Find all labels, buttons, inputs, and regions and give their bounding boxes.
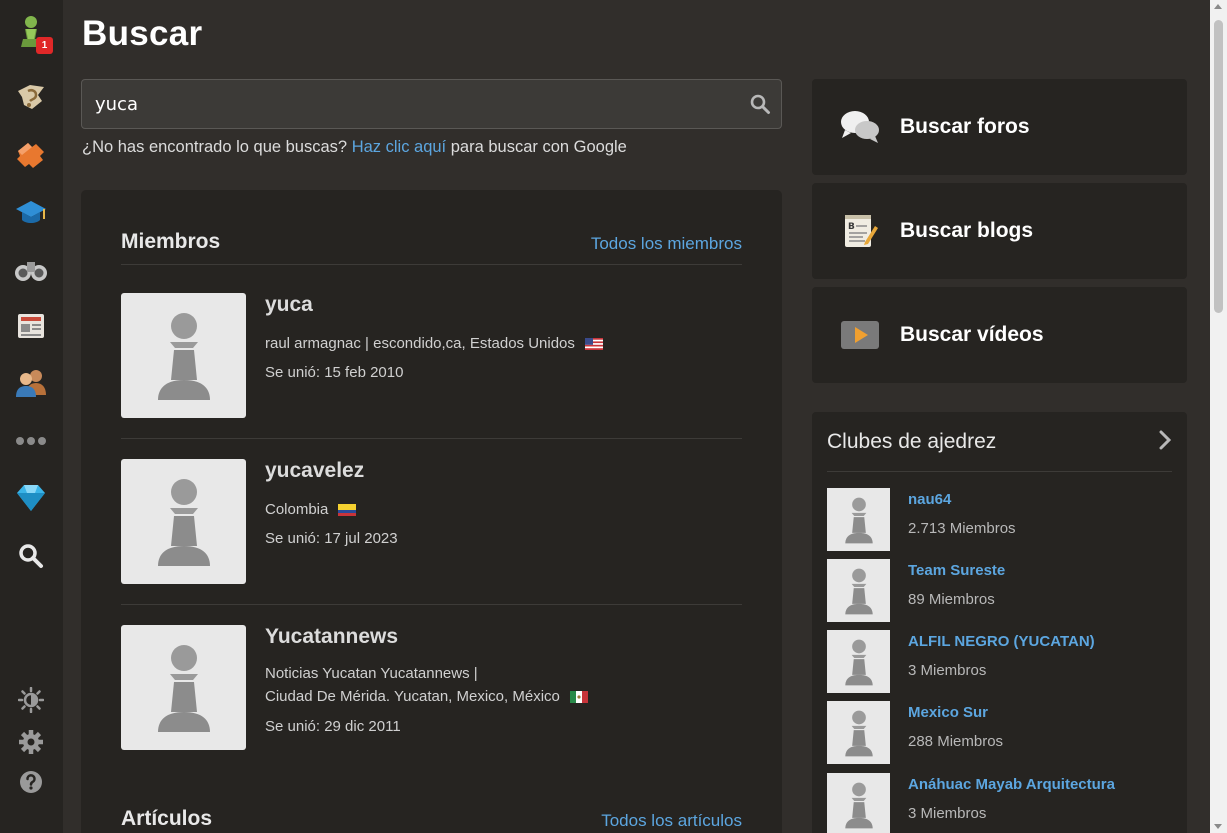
search-blogs-label: Buscar blogs — [900, 219, 1034, 242]
member-row[interactable]: yuca raul armagnac | escondido,ca, Estad… — [121, 293, 742, 418]
hint-text: ¿No has encontrado lo que buscas? — [82, 138, 348, 156]
mexico-flag-icon — [569, 690, 588, 704]
main-content: Buscar ¿No has encontrado lo que buscas?… — [63, 0, 1210, 833]
news-icon[interactable] — [13, 308, 49, 344]
club-item[interactable]: nau64 2.713 Miembros — [827, 488, 1172, 551]
club-member-count: 288 Miembros — [908, 733, 1004, 750]
club-name-link[interactable]: ALFIL NEGRO (YUCATAN) — [908, 633, 1095, 650]
search-videos-label: Buscar vídeos — [900, 323, 1044, 346]
club-item[interactable]: Anáhuac Mayab Arquitectura 3 Miembros — [827, 773, 1172, 833]
club-item[interactable]: Team Sureste 89 Miembros — [827, 559, 1172, 622]
learn-cap-icon[interactable] — [13, 194, 49, 230]
member-row[interactable]: Yucatannews Noticias Yucatan Yucatannews… — [121, 625, 742, 750]
colombia-flag-icon — [338, 503, 357, 517]
members-title: Miembros — [121, 230, 221, 253]
google-search-hint: ¿No has encontrado lo que buscas? Haz cl… — [82, 138, 627, 157]
all-articles-link[interactable]: Todos los artículos — [601, 811, 742, 831]
svg-text:B: B — [848, 222, 855, 232]
member-username[interactable]: Yucatannews — [265, 625, 398, 649]
member-location: Colombia — [265, 501, 357, 518]
clubs-title: Clubes de ajedrez — [827, 430, 997, 453]
members-divider — [121, 264, 742, 265]
club-member-count: 3 Miembros — [908, 805, 987, 822]
play-pawn-icon[interactable]: 1 — [13, 14, 53, 54]
member-avatar[interactable] — [121, 625, 246, 750]
settings-gear-icon[interactable] — [13, 724, 49, 760]
search-forums-card[interactable]: Buscar foros — [812, 79, 1187, 175]
member-divider — [121, 438, 742, 439]
club-name-link[interactable]: Mexico Sur — [908, 704, 988, 721]
club-avatar[interactable] — [827, 488, 890, 551]
search-blogs-card[interactable]: B Buscar blogs — [812, 183, 1187, 279]
chess-clubs-panel: Clubes de ajedrez nau64 2.713 Miembros T… — [812, 412, 1187, 833]
member-location-text: raul armagnac | escondido,ca, Estados Un… — [265, 335, 575, 352]
puzzles-icon[interactable] — [13, 78, 49, 114]
member-avatar[interactable] — [121, 293, 246, 418]
member-location: raul armagnac | escondido,ca, Estados Un… — [265, 335, 603, 352]
sidebar: 1 — [0, 0, 63, 833]
member-joined: Se unió: 17 jul 2023 — [265, 530, 398, 547]
google-search-link[interactable]: Haz clic aquí — [352, 138, 446, 156]
member-location-text: Colombia — [265, 501, 329, 518]
member-location-text: Ciudad De Mérida. Yucatan, Mexico, Méxic… — [265, 688, 560, 705]
club-item[interactable]: ALFIL NEGRO (YUCATAN) 3 Miembros — [827, 630, 1172, 693]
club-member-count: 3 Miembros — [908, 662, 987, 679]
member-divider — [121, 604, 742, 605]
club-member-count: 89 Miembros — [908, 591, 995, 608]
articles-title: Artículos — [121, 807, 213, 830]
puzzle-piece-icon[interactable] — [13, 136, 49, 172]
member-row[interactable]: yucavelez Colombia Se unió: 17 jul 2023 — [121, 459, 742, 584]
articles-header: Artículos Todos los artículos — [121, 807, 742, 831]
page-title: Buscar — [82, 14, 203, 53]
member-location: Ciudad De Mérida. Yucatan, Mexico, Méxic… — [265, 688, 588, 705]
forum-chat-bubbles-icon — [838, 105, 882, 149]
notification-badge: 1 — [36, 37, 53, 54]
club-avatar[interactable] — [827, 630, 890, 693]
club-name-link[interactable]: nau64 — [908, 491, 951, 508]
club-name-link[interactable]: Anáhuac Mayab Arquitectura — [908, 776, 1115, 793]
social-friends-icon[interactable] — [13, 364, 49, 400]
watch-binoculars-icon[interactable] — [13, 252, 49, 288]
member-joined: Se unió: 15 feb 2010 — [265, 364, 404, 381]
member-username[interactable]: yucavelez — [265, 459, 364, 483]
clubs-divider — [827, 471, 1172, 472]
blog-notepad-icon: B — [838, 209, 882, 253]
all-members-link[interactable]: Todos los miembros — [591, 234, 742, 254]
search-videos-card[interactable]: Buscar vídeos — [812, 287, 1187, 383]
member-bio: Noticias Yucatan Yucatannews | — [265, 665, 478, 682]
search-input[interactable] — [82, 80, 732, 128]
member-username[interactable]: yuca — [265, 293, 313, 317]
page-scrollbar[interactable] — [1210, 0, 1227, 833]
clubs-header[interactable]: Clubes de ajedrez — [827, 430, 1172, 454]
club-avatar[interactable] — [827, 559, 890, 622]
premium-diamond-icon[interactable] — [13, 480, 49, 516]
members-header: Miembros Todos los miembros — [121, 230, 742, 254]
club-member-count: 2.713 Miembros — [908, 520, 1016, 537]
video-play-icon — [838, 313, 882, 357]
chevron-right-icon[interactable] — [1158, 430, 1172, 454]
us-flag-icon — [584, 337, 603, 351]
scroll-down-arrow-icon[interactable] — [1214, 824, 1222, 829]
club-name-link[interactable]: Team Sureste — [908, 562, 1005, 579]
search-box — [81, 79, 782, 129]
theme-brightness-icon[interactable] — [13, 682, 49, 718]
search-icon[interactable] — [13, 538, 49, 574]
search-submit-icon[interactable] — [749, 93, 771, 115]
help-question-icon[interactable] — [13, 764, 49, 800]
results-panel: Miembros Todos los miembros yuca raul ar… — [81, 190, 782, 833]
hint-text-after: para buscar con Google — [446, 138, 627, 156]
club-avatar[interactable] — [827, 773, 890, 833]
club-avatar[interactable] — [827, 701, 890, 764]
more-dots-icon[interactable] — [13, 423, 49, 459]
scroll-up-arrow-icon[interactable] — [1214, 4, 1222, 9]
member-joined: Se unió: 29 dic 2011 — [265, 718, 401, 735]
club-item[interactable]: Mexico Sur 288 Miembros — [827, 701, 1172, 764]
scrollbar-thumb[interactable] — [1214, 20, 1223, 313]
search-forums-label: Buscar foros — [900, 115, 1030, 138]
member-avatar[interactable] — [121, 459, 246, 584]
